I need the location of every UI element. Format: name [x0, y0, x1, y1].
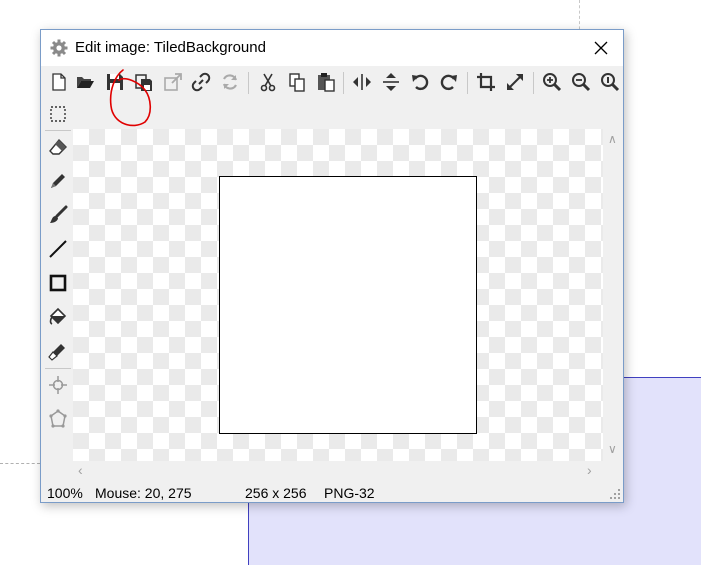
- pencil-icon[interactable]: [46, 169, 70, 193]
- edit-image-window: Edit image: TiledBackground ∧ ∨ ‹ › 100%…: [40, 29, 624, 503]
- flip-horizontal-icon[interactable]: [350, 70, 374, 94]
- zoom-level: 100%: [47, 485, 83, 501]
- toolbar-separator: [467, 72, 468, 94]
- status-bar: 100% Mouse: 20, 275 256 x 256 PNG-32: [41, 483, 623, 502]
- image-size: 256 x 256: [245, 485, 307, 501]
- line-icon[interactable]: [46, 237, 70, 261]
- close-button[interactable]: [579, 30, 623, 66]
- eraser-icon[interactable]: [46, 135, 70, 159]
- window-title: Edit image: TiledBackground: [75, 39, 266, 56]
- zoom-actual-icon[interactable]: [598, 70, 622, 94]
- toolbar-separator: [343, 72, 344, 94]
- save-icon[interactable]: [103, 70, 127, 94]
- toolbar-separator: [533, 72, 534, 94]
- image-canvas[interactable]: [73, 129, 603, 461]
- flip-vertical-icon[interactable]: [379, 70, 403, 94]
- scroll-up-icon[interactable]: ∧: [608, 133, 617, 145]
- rotate-left-icon[interactable]: [408, 70, 432, 94]
- resize-icon[interactable]: [503, 70, 527, 94]
- paste-icon[interactable]: [314, 70, 338, 94]
- save-as-icon[interactable]: [132, 70, 156, 94]
- fill-icon[interactable]: [46, 305, 70, 329]
- eyedropper-icon[interactable]: [46, 339, 70, 363]
- select-icon[interactable]: [46, 102, 70, 126]
- open-icon[interactable]: [73, 70, 97, 94]
- collision-mask-icon[interactable]: [46, 407, 70, 431]
- background-guide-line: [0, 463, 40, 464]
- title-bar[interactable]: Edit image: TiledBackground: [41, 30, 623, 66]
- close-icon: [594, 41, 608, 55]
- toolbar: [41, 66, 623, 99]
- image-bounds[interactable]: [219, 176, 477, 434]
- toolbar-separator: [248, 72, 249, 94]
- refresh-icon[interactable]: [218, 70, 242, 94]
- rectangle-icon[interactable]: [46, 271, 70, 295]
- tool-separator: [45, 130, 71, 131]
- resize-grip-icon[interactable]: [609, 488, 621, 500]
- image-format: PNG-32: [324, 485, 375, 501]
- scroll-left-icon[interactable]: ‹: [78, 463, 83, 477]
- cut-icon[interactable]: [256, 70, 280, 94]
- tool-separator: [45, 368, 71, 369]
- scroll-down-icon[interactable]: ∨: [608, 443, 617, 455]
- link-icon[interactable]: [189, 70, 213, 94]
- export-icon[interactable]: [161, 70, 185, 94]
- copy-icon[interactable]: [285, 70, 309, 94]
- horizontal-scrollbar[interactable]: ‹ ›: [73, 461, 603, 481]
- zoom-in-icon[interactable]: [540, 70, 564, 94]
- brush-icon[interactable]: [46, 203, 70, 227]
- mouse-position: Mouse: 20, 275: [95, 485, 192, 501]
- origin-icon[interactable]: [46, 373, 70, 397]
- vertical-scrollbar[interactable]: ∧ ∨: [603, 129, 623, 461]
- new-icon[interactable]: [47, 70, 71, 94]
- gear-icon: [50, 39, 68, 57]
- scroll-right-icon[interactable]: ›: [587, 463, 592, 477]
- zoom-out-icon[interactable]: [569, 70, 593, 94]
- crop-icon[interactable]: [474, 70, 498, 94]
- rotate-right-icon[interactable]: [437, 70, 461, 94]
